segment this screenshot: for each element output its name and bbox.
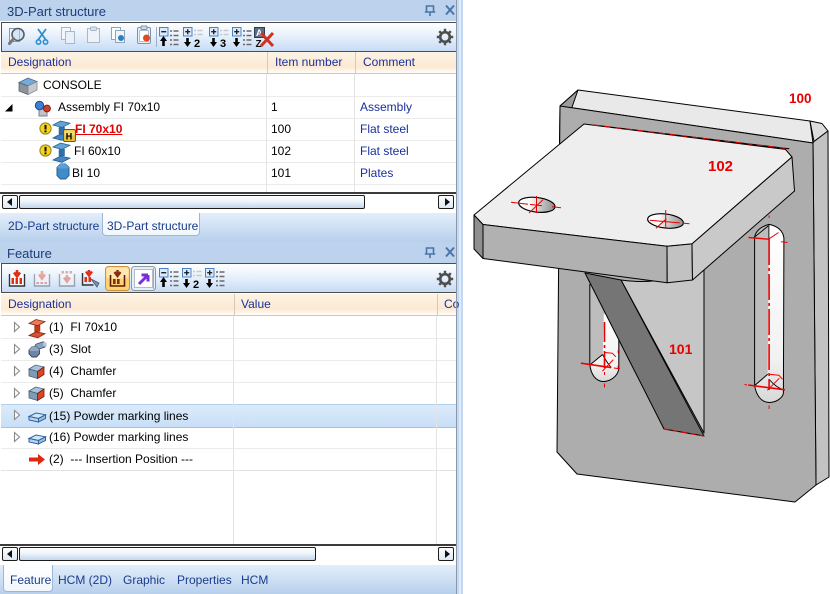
svg-text:100: 100: [789, 91, 812, 106]
svg-text:101: 101: [669, 341, 693, 357]
svg-text:3: 3: [220, 38, 226, 50]
svg-text:102: 102: [708, 158, 733, 175]
svg-text:H: H: [66, 132, 73, 142]
svg-text:2: 2: [193, 279, 199, 291]
svg-text:2: 2: [194, 38, 200, 50]
